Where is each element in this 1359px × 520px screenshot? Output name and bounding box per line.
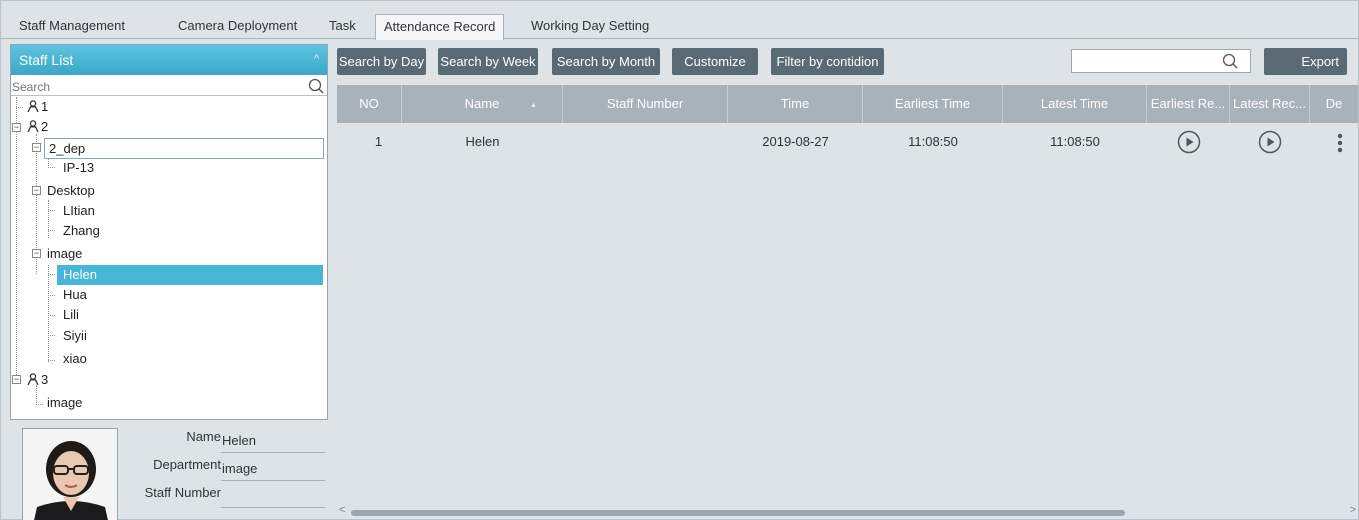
tree-node-label: 2 [41, 119, 49, 134]
collapse-toggle-icon[interactable]: − [32, 249, 41, 258]
more-options-icon[interactable] [1337, 133, 1343, 153]
tree-node-label: 1 [41, 99, 49, 114]
column-header-staff-number[interactable]: Staff Number [563, 85, 728, 123]
tree-node-lili[interactable]: Lili [63, 305, 79, 325]
scrollbar-thumb[interactable] [351, 510, 1125, 516]
tab-bar: Staff Management Camera Deployment Task … [1, 1, 1359, 40]
user-icon [27, 373, 39, 385]
cell-time: 2019-08-27 [762, 134, 829, 149]
search-by-month-button[interactable]: Search by Month [552, 48, 660, 75]
search-by-day-button[interactable]: Search by Day [337, 48, 426, 75]
tree-node-helen[interactable]: Helen [57, 265, 323, 285]
sort-arrow-icon: ▲ [530, 102, 537, 109]
column-header-latest-time[interactable]: Latest Time [1003, 85, 1147, 123]
export-button[interactable]: Export [1264, 48, 1347, 75]
tab-task[interactable]: Task [321, 14, 364, 39]
name-value: Helen [222, 433, 256, 448]
table-row[interactable]: 1 Helen 2019-08-27 11:08:50 11:08:50 [337, 123, 1358, 161]
column-header-earliest-time[interactable]: Earliest Time [863, 85, 1003, 123]
column-header-latest-record[interactable]: Latest Rec... [1230, 85, 1310, 123]
tree-node-desktop[interactable]: Desktop [47, 181, 95, 201]
tree-node-hua[interactable]: Hua [63, 285, 87, 305]
staff-list-title: Staff List [19, 52, 74, 68]
staff-list-panel: Staff List ^ Search 1 − 2 − 2_dep IP-13 … [10, 44, 328, 420]
column-header-no[interactable]: NO [337, 85, 402, 123]
department-label: Department [153, 457, 221, 472]
search-icon[interactable] [1222, 53, 1238, 69]
tree-node-group-3[interactable]: 3 [27, 370, 48, 390]
department-underline [221, 480, 325, 481]
staff-number-label: Staff Number [144, 485, 221, 500]
tree-node-siyii[interactable]: Siyii [63, 326, 87, 346]
staff-list-header[interactable]: Staff List ^ [11, 45, 327, 75]
tree-node-group-1[interactable]: 1 [27, 97, 48, 117]
collapse-toggle-icon[interactable]: − [12, 123, 21, 132]
tree-node-group-2[interactable]: 2 [27, 117, 48, 137]
column-header-de[interactable]: De [1310, 85, 1358, 123]
tree-node-2-dep[interactable]: 2_dep [44, 138, 324, 159]
play-latest-record-icon[interactable] [1258, 130, 1282, 154]
scroll-right-icon[interactable]: > [1350, 504, 1356, 516]
user-icon [27, 120, 39, 132]
tab-staff-management[interactable]: Staff Management [11, 14, 133, 39]
collapse-toggle-icon[interactable]: − [12, 375, 21, 384]
tab-camera-deployment[interactable]: Camera Deployment [170, 14, 305, 39]
column-header-earliest-record[interactable]: Earliest Re... [1147, 85, 1230, 123]
record-search-input[interactable] [1072, 50, 1222, 72]
record-search [1071, 49, 1251, 73]
collapse-toggle-icon[interactable]: − [32, 143, 41, 152]
table-header: NO ▲ Name Staff Number Time Earliest Time… [337, 85, 1358, 123]
portrait-image [23, 429, 117, 520]
staff-tree: 1 − 2 − 2_dep IP-13 − Desktop LItian Zha… [11, 97, 327, 419]
cell-name: Helen [465, 134, 500, 149]
user-icon [27, 100, 39, 112]
staff-profile: Name Helen Department image Staff Number [1, 421, 331, 520]
scroll-left-icon[interactable]: < [339, 504, 345, 516]
tree-node-image-3[interactable]: image [47, 393, 82, 413]
name-label: Name [186, 429, 221, 444]
filter-by-condition-button[interactable]: Filter by contidion [771, 48, 884, 75]
search-icon[interactable] [308, 78, 324, 94]
attendance-app: Staff Management Camera Deployment Task … [0, 0, 1359, 520]
tree-node-label: 3 [41, 372, 49, 387]
cell-earliest-time: 11:08:50 [908, 134, 958, 149]
tab-working-day-setting[interactable]: Working Day Setting [523, 14, 657, 39]
staff-search [11, 78, 327, 96]
collapse-chevron-icon[interactable]: ^ [314, 53, 319, 65]
column-header-name[interactable]: ▲ Name [402, 85, 563, 123]
column-header-time[interactable]: Time [728, 85, 863, 123]
attendance-table: NO ▲ Name Staff Number Time Earliest Time… [337, 85, 1358, 503]
tree-node-zhang[interactable]: Zhang [63, 221, 100, 241]
horizontal-scrollbar[interactable]: < > [337, 504, 1358, 519]
play-earliest-record-icon[interactable] [1177, 130, 1201, 154]
tree-node-image[interactable]: image [47, 244, 82, 264]
search-by-week-button[interactable]: Search by Week [438, 48, 538, 75]
tab-attendance-record[interactable]: Attendance Record [375, 14, 505, 40]
staff-photo [22, 428, 118, 520]
customize-button[interactable]: Customize [672, 48, 758, 75]
tree-node-xiao[interactable]: xiao [63, 349, 87, 369]
column-header-name-label: Name [464, 96, 500, 111]
tree-node-ip-13[interactable]: IP-13 [63, 158, 94, 178]
name-underline [221, 452, 325, 453]
collapse-toggle-icon[interactable]: − [32, 186, 41, 195]
department-value: image [222, 461, 258, 476]
cell-staff-number [563, 123, 728, 161]
staff-number-underline [221, 507, 325, 508]
cell-latest-time: 11:08:50 [1050, 134, 1100, 149]
tree-node-litian[interactable]: LItian [63, 201, 95, 221]
staff-search-input[interactable] [11, 78, 301, 95]
